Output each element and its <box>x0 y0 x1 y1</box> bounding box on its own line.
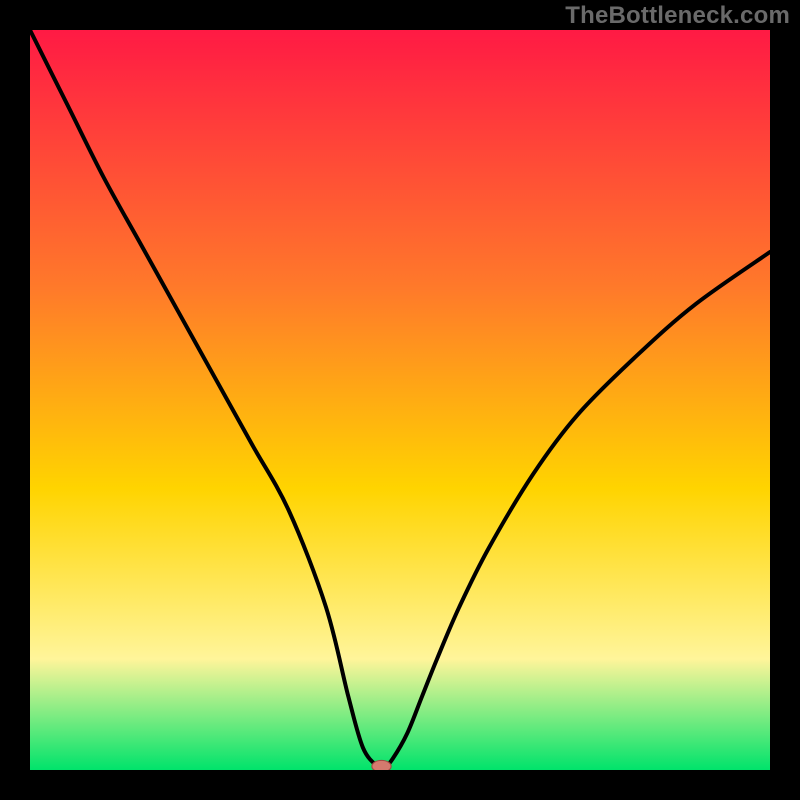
watermark-text: TheBottleneck.com <box>565 2 790 30</box>
optimal-point-marker <box>372 760 391 770</box>
plot-area <box>30 30 770 770</box>
chart-svg <box>30 30 770 770</box>
chart-frame: TheBottleneck.com <box>0 0 800 800</box>
gradient-background <box>30 30 770 770</box>
